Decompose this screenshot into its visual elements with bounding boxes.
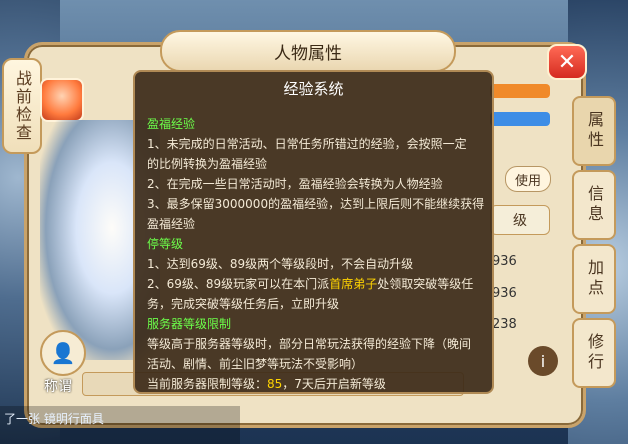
close-icon: ✕ — [557, 49, 577, 75]
popup-line: 务，完成突破等级任务后，立即升级 — [147, 297, 340, 311]
popup-line: 1、达到69级、89级两个等级段时，不会自动升级 — [147, 257, 414, 271]
tab-attributes-label: 属性 — [585, 111, 604, 151]
tab-cultivation-label: 修行 — [585, 333, 604, 373]
popup-line: 活动、剧情、前尘旧梦等玩法不受影响） — [147, 357, 364, 371]
popup-line: 当前服务器限制等级：85，7天后开启新等级 — [147, 374, 483, 394]
popup-text: 处领取突破等级任 — [377, 277, 474, 291]
person-icon-button[interactable]: 👤 — [40, 330, 86, 376]
blue-status-bar — [490, 112, 550, 126]
popup-line: 2、69级、89级玩家可以在本门派首席弟子处领取突破等级任 — [147, 274, 483, 294]
use-button-label: 使用 — [514, 173, 541, 189]
info-button[interactable]: i — [528, 346, 558, 376]
tab-attributes[interactable]: 属性 — [572, 96, 616, 166]
popup-line: 2、在完成一些日常活动时，盈福经验会转换为人物经验 — [147, 177, 443, 191]
popup-line: 的比例转换为盈福经验 — [147, 157, 268, 171]
panel-title-text: 人物属性 — [274, 43, 342, 64]
section-title-bonus-exp: 盈福经验 — [147, 117, 196, 131]
tab-add-points-label: 加点 — [585, 259, 604, 299]
chief-disciple-highlight: 首席弟子 — [329, 277, 378, 291]
avatar[interactable] — [40, 78, 84, 122]
tab-add-points[interactable]: 加点 — [572, 244, 616, 314]
popup-title: 经验系统 — [283, 79, 344, 98]
popup-line: 等级高于服务器等级时，部分日常玩法获得的经验下降（晚间 — [147, 337, 472, 351]
popup-line: 1、未完成的日常活动、日常任务所错过的经验，会按照一定 — [147, 137, 467, 151]
popup-text: 2、69级、89级玩家可以在本门派 — [147, 277, 330, 291]
pre-battle-check-label: 战前检查 — [13, 70, 32, 142]
panel-title: 人物属性 — [160, 30, 456, 72]
section-title-level-cap: 停等级 — [147, 237, 184, 251]
tab-cultivation[interactable]: 修行 — [572, 318, 616, 388]
close-button[interactable]: ✕ — [547, 44, 587, 80]
popup-text: 当前服务器限制等级： — [147, 377, 268, 391]
right-tab-group: 属性 信息 加点 修行 — [572, 96, 616, 392]
tab-info-label: 信息 — [585, 185, 604, 225]
stat-value: 936 — [492, 254, 517, 269]
server-level-value: 85 — [267, 377, 283, 391]
title-label: 称谓 — [44, 379, 72, 395]
section-title-server-level: 服务器等级限制 — [147, 317, 232, 331]
popup-text: ，7天后开启新等级 — [282, 377, 386, 391]
stat-value: 936 — [492, 286, 517, 301]
use-button[interactable]: 使用 — [505, 166, 551, 192]
experience-system-popup: 经验系统 盈福经验 1、未完成的日常活动、日常任务所错过的经验，会按照一定 的比… — [133, 70, 494, 394]
tab-info[interactable]: 信息 — [572, 170, 616, 240]
orange-status-bar — [490, 84, 550, 98]
person-icon: 👤 — [50, 341, 76, 365]
chat-message: 了一张 镜明行面具 — [4, 412, 104, 426]
status-bars — [490, 84, 550, 140]
level-tab[interactable]: 级 — [490, 205, 550, 235]
stat-value: 238 — [492, 317, 517, 332]
popup-line: 3、最多保留3000000的盈福经验，达到上限后则不能继续获得 — [147, 197, 485, 211]
popup-body: 盈福经验 1、未完成的日常活动、日常任务所错过的经验，会按照一定 的比例转换为盈… — [147, 114, 485, 394]
pre-battle-check-tab[interactable]: 战前检查 — [2, 58, 42, 154]
popup-line: 盈福经验 — [147, 217, 196, 231]
level-tab-label: 级 — [513, 213, 527, 229]
info-icon: i — [540, 351, 546, 371]
